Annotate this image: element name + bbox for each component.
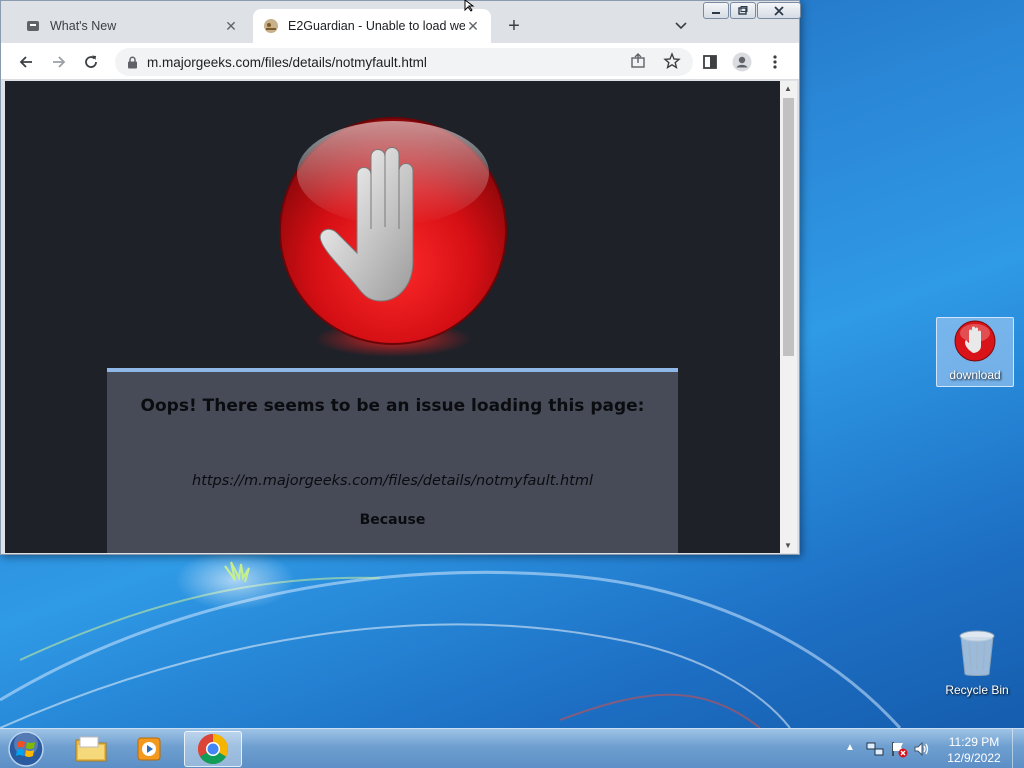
reload-button[interactable] (80, 51, 102, 73)
profile-button[interactable] (731, 51, 753, 73)
tab-e2guardian[interactable]: E2Guardian - Unable to load web ✕ (253, 9, 491, 43)
reload-icon (85, 55, 97, 68)
desktop-icon-download[interactable]: download (936, 317, 1014, 387)
show-desktop-button[interactable] (1012, 729, 1024, 768)
network-icon[interactable] (866, 741, 884, 757)
chrome-icon (197, 734, 229, 765)
windows-logo-icon (8, 731, 44, 767)
tab-title: E2Guardian - Unable to load web (288, 19, 465, 33)
avatar-icon (732, 52, 752, 72)
volume-icon[interactable] (913, 741, 931, 757)
blocked-url: https://m.majorgeeks.com/files/details/n… (192, 473, 593, 489)
taskbar-app-chrome[interactable] (184, 731, 242, 767)
desktop-icon-recycle-bin[interactable]: Recycle Bin (938, 628, 1016, 700)
close-icon[interactable]: ✕ (465, 18, 481, 35)
close-window-button[interactable] (757, 2, 801, 19)
more-vert-icon (773, 55, 777, 69)
taskbar-app-explorer[interactable] (62, 731, 120, 767)
page-content: Oops! There seems to be an issue loading… (5, 81, 780, 553)
arrow-left-icon (19, 56, 32, 68)
restore-icon (738, 6, 748, 15)
scroll-down-icon[interactable]: ▼ (784, 541, 792, 550)
close-icon[interactable]: ✕ (223, 18, 239, 35)
mouse-cursor-icon (464, 0, 475, 12)
browser-toolbar: m.majorgeeks.com/files/details/notmyfaul… (1, 43, 799, 80)
tab-strip: What's New ✕ E2Guardian - Unable to load… (1, 1, 801, 43)
stop-hand-icon (954, 320, 996, 362)
action-center-flag-icon[interactable] (890, 740, 908, 758)
lock-icon[interactable] (125, 55, 139, 69)
taskbar-app-media-player[interactable] (122, 731, 180, 767)
browser-window: What's New ✕ E2Guardian - Unable to load… (0, 0, 801, 555)
folder-icon (75, 736, 107, 762)
desktop-icon-label: Recycle Bin (945, 683, 1009, 697)
maximize-button[interactable] (730, 2, 756, 19)
tab-search-button[interactable] (671, 15, 691, 37)
share-icon[interactable] (629, 52, 647, 75)
error-panel: Oops! There seems to be an issue loading… (107, 368, 678, 553)
side-panel-button[interactable] (699, 51, 721, 73)
tray-expand-icon[interactable]: ▲ (845, 742, 855, 753)
error-heading: Oops! There seems to be an issue loading… (140, 396, 645, 416)
start-button[interactable] (6, 730, 46, 768)
close-icon (774, 5, 784, 16)
recycle-bin-icon (959, 630, 995, 676)
desktop-icon-label: download (949, 368, 1001, 382)
address-bar[interactable]: m.majorgeeks.com/files/details/notmyfaul… (115, 48, 693, 76)
system-clock[interactable]: 11:29 PM 12/9/2022 (938, 734, 1010, 766)
e2guardian-favicon (263, 18, 279, 34)
minimize-button[interactable] (703, 2, 729, 19)
window-controls (703, 2, 801, 19)
url-text: m.majorgeeks.com/files/details/notmyfaul… (147, 54, 427, 70)
page-scrollbar[interactable]: ▲ ▼ (780, 81, 797, 553)
tab-favicon (25, 18, 41, 34)
stop-hand-image (273, 111, 513, 361)
new-tab-button[interactable]: + (503, 15, 525, 37)
browser-menu-button[interactable] (764, 51, 786, 73)
reason-label: Because (359, 512, 426, 528)
clock-date: 12/9/2022 (947, 751, 1001, 765)
minimize-icon (712, 11, 720, 14)
scrollbar-thumb[interactable] (783, 98, 794, 356)
clock-time: 11:29 PM (948, 735, 1000, 749)
media-player-icon (137, 737, 161, 761)
chevron-down-icon (675, 22, 687, 30)
forward-button[interactable] (48, 51, 70, 73)
tab-whats-new[interactable]: What's New ✕ (15, 9, 249, 43)
arrow-right-icon (53, 56, 66, 68)
side-panel-icon (703, 55, 717, 69)
tab-title: What's New (50, 19, 117, 33)
taskbar: ▲ 11:29 PM 12/9/2022 (0, 728, 1024, 768)
back-button[interactable] (15, 51, 37, 73)
bookmark-star-icon[interactable] (663, 52, 681, 75)
scroll-up-icon[interactable]: ▲ (784, 84, 792, 93)
